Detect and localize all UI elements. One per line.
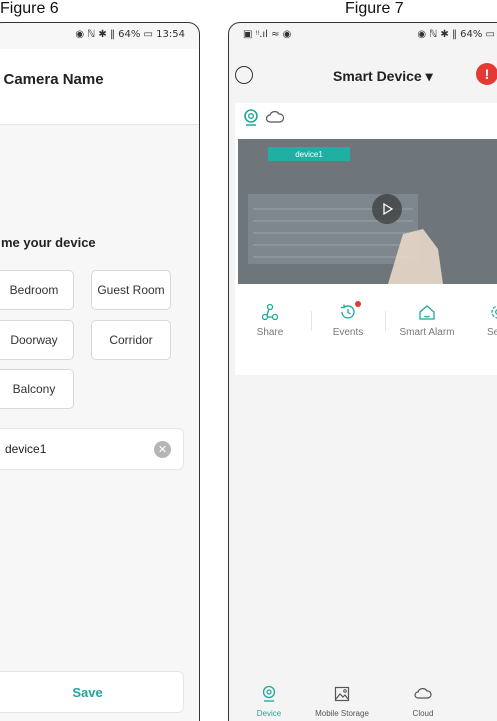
play-icon [383, 202, 394, 216]
cloud-icon [265, 111, 285, 123]
status-bar: ◉ ℕ ✱ ‖ 64% ▭ 13:54 [75, 29, 185, 40]
share-label: Share [256, 327, 284, 338]
gear-icon [491, 305, 497, 319]
avatar-icon[interactable] [235, 66, 253, 84]
save-button[interactable]: Save [0, 671, 184, 713]
image-icon [334, 686, 350, 702]
cloud-nav-icon [414, 688, 432, 699]
video-preview[interactable]: device1 [238, 139, 497, 284]
divider [311, 311, 312, 331]
device-nav-icon [262, 685, 276, 702]
smart-alarm-label: Smart Alarm [399, 327, 455, 338]
status-bar-left: ▣ ᵎᵎ.ıl ≈ ◉ [243, 29, 292, 40]
share-button[interactable]: Share [235, 299, 305, 347]
events-icon [341, 304, 355, 319]
name-device-prompt: me your device [1, 235, 96, 250]
action-row: Share Events Smart Alarm S [235, 299, 497, 347]
divider [385, 311, 386, 331]
phone-smart-device-screen: ▣ ᵎᵎ.ıl ≈ ◉ ◉ ℕ ✱ ‖ 64% ▭ Smart Device ▾… [228, 22, 497, 721]
nav-mobile-storage-label: Mobile Storage [315, 709, 369, 718]
home-icon [419, 305, 435, 320]
phone-camera-name-screen: ◉ ℕ ✱ ‖ 64% ▭ 13:54 a Camera Name me you… [0, 22, 200, 721]
page-title: a Camera Name [0, 71, 104, 88]
nav-device[interactable]: Device [229, 683, 309, 721]
alert-icon[interactable]: ! [476, 63, 497, 85]
figure-7-caption: Figure 7 [345, 0, 404, 17]
camera-icon [244, 109, 258, 126]
nav-mobile-storage[interactable]: Mobile Storage [302, 683, 382, 721]
room-chip-bedroom[interactable]: Bedroom [0, 270, 74, 310]
device-card[interactable]: device1 Share Events Smart Alarm S [235, 103, 497, 375]
nav-cloud-label: Cloud [412, 709, 434, 718]
settings-label: Setti [487, 327, 497, 338]
device-name-input[interactable]: device1 ✕ [0, 428, 184, 470]
bottom-nav: Device Mobile Storage Cloud [229, 683, 497, 721]
smart-alarm-button[interactable]: Smart Alarm [387, 299, 467, 347]
event-badge-dot [355, 301, 361, 307]
room-chip-balcony[interactable]: Balcony [0, 369, 74, 409]
room-chip-doorway[interactable]: Doorway [0, 320, 74, 360]
status-bar-right: ◉ ℕ ✱ ‖ 64% ▭ [417, 29, 495, 40]
share-icon [261, 303, 279, 321]
room-chip-corridor[interactable]: Corridor [91, 320, 171, 360]
nav-cloud[interactable]: Cloud [383, 683, 463, 721]
nav-device-label: Device [256, 709, 282, 718]
events-label: Events [332, 327, 364, 338]
events-button[interactable]: Events [313, 299, 383, 347]
play-button[interactable] [372, 194, 402, 224]
device-name-value: device1 [5, 442, 47, 456]
clear-icon[interactable]: ✕ [154, 441, 171, 458]
settings-button[interactable]: Setti [469, 299, 497, 347]
page-title-dropdown[interactable]: Smart Device ▾ [333, 68, 433, 85]
room-chip-guest-room[interactable]: Guest Room [91, 270, 171, 310]
figure-6-caption: Figure 6 [0, 0, 59, 17]
video-device-label: device1 [268, 147, 350, 161]
